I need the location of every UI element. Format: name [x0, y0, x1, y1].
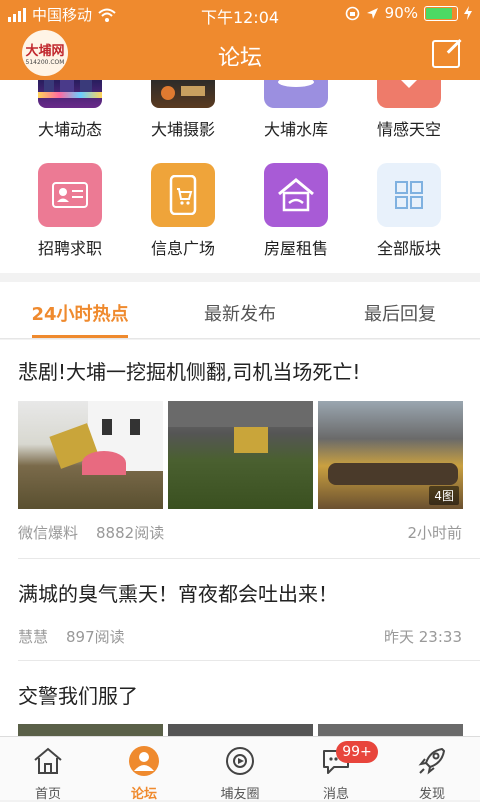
- circle-icon: [226, 747, 254, 775]
- post-time: 昨天 23:33: [384, 628, 462, 646]
- post-meta: 慧慧 897阅读 昨天 23:33: [18, 626, 462, 647]
- post-list: 悲剧!大埔一挖掘机侧翻,司机当场死亡! 4图 微信爆料 8882阅读 2小时前 满…: [0, 340, 480, 736]
- grid-icon: [377, 163, 441, 227]
- tab-24h-hot[interactable]: 24小时热点: [0, 300, 160, 338]
- tabbar-forum[interactable]: 论坛: [96, 737, 192, 802]
- post-author[interactable]: 慧慧: [18, 628, 48, 646]
- nav-bar: 大埔网 514200.COM 论坛: [0, 28, 480, 80]
- status-bar: 中国移动 下午12:04 90%: [0, 0, 480, 28]
- unread-badge: 99+: [336, 741, 378, 763]
- image-count-badge: 4图: [429, 486, 459, 505]
- tab-latest[interactable]: 最新发布: [160, 300, 320, 326]
- section-dapu-reservoir[interactable]: 大埔水库: [236, 80, 356, 140]
- active-tab-indicator: [32, 335, 128, 338]
- section-recruitment[interactable]: 招聘求职: [10, 163, 130, 259]
- feed-tabs: 24小时热点 最新发布 最后回复: [0, 282, 480, 339]
- charging-icon: [464, 6, 472, 20]
- section-dapu-news[interactable]: 大埔动态: [10, 80, 130, 140]
- compose-icon[interactable]: [432, 40, 460, 68]
- divider: [18, 558, 480, 559]
- post-title[interactable]: 悲剧!大埔一挖掘机侧翻,司机当场死亡!: [18, 356, 360, 385]
- section-info-square[interactable]: 信息广场: [123, 163, 243, 259]
- forum-icon: [129, 746, 159, 776]
- section-emotion-sky[interactable]: 情感天空: [349, 80, 469, 140]
- home-icon: [34, 747, 62, 774]
- house-handshake-icon: [264, 163, 328, 227]
- post-image[interactable]: 4图: [318, 401, 463, 509]
- tabbar-discover[interactable]: 发现: [384, 737, 480, 802]
- post-views: 8882阅读: [96, 524, 165, 542]
- post-image[interactable]: [318, 724, 463, 736]
- section-grid: 大埔动态 大埔摄影 大埔水库 情感天空 招聘求职 信息广场 房屋租售 全部版块: [0, 80, 480, 273]
- post-title[interactable]: 满城的臭气熏天！宵夜都会吐出来！: [18, 578, 338, 607]
- rocket-icon: [418, 748, 445, 775]
- city-night-photo-icon: [38, 80, 102, 108]
- divider: [18, 660, 480, 661]
- post-image[interactable]: [18, 724, 163, 736]
- bottom-tab-bar: 首页 论坛 埔友圈 99+ 消息 发现: [0, 736, 480, 802]
- post-image[interactable]: [18, 401, 163, 509]
- teacup-icon: [264, 80, 328, 108]
- landscape-photo-icon: [151, 80, 215, 108]
- section-all-boards[interactable]: 全部版块: [349, 163, 469, 259]
- section-dapu-photography[interactable]: 大埔摄影: [123, 80, 243, 140]
- phone-cart-icon: [151, 163, 215, 227]
- post-views: 897阅读: [66, 628, 125, 646]
- tabbar-friends-circle[interactable]: 埔友圈: [192, 737, 288, 802]
- post-time: 2小时前: [407, 524, 462, 542]
- post-image[interactable]: [168, 724, 313, 736]
- battery-icon: [424, 5, 458, 21]
- post-image[interactable]: [168, 401, 313, 509]
- post-meta: 微信爆料 8882阅读 2小时前: [18, 522, 462, 543]
- battery-percent: 90%: [384, 4, 418, 22]
- page-title: 论坛: [217, 46, 262, 71]
- tabbar-home[interactable]: 首页: [0, 737, 96, 802]
- tab-last-reply[interactable]: 最后回复: [320, 300, 480, 326]
- section-house-rental[interactable]: 房屋租售: [236, 163, 356, 259]
- post-title[interactable]: 交警我们服了: [18, 680, 138, 709]
- orientation-lock-icon: [345, 6, 359, 20]
- heart-icon: [377, 80, 441, 108]
- id-card-icon: [38, 163, 102, 227]
- tabbar-messages[interactable]: 99+ 消息: [288, 737, 384, 802]
- location-icon: [366, 7, 378, 19]
- post-author[interactable]: 微信爆料: [18, 524, 78, 542]
